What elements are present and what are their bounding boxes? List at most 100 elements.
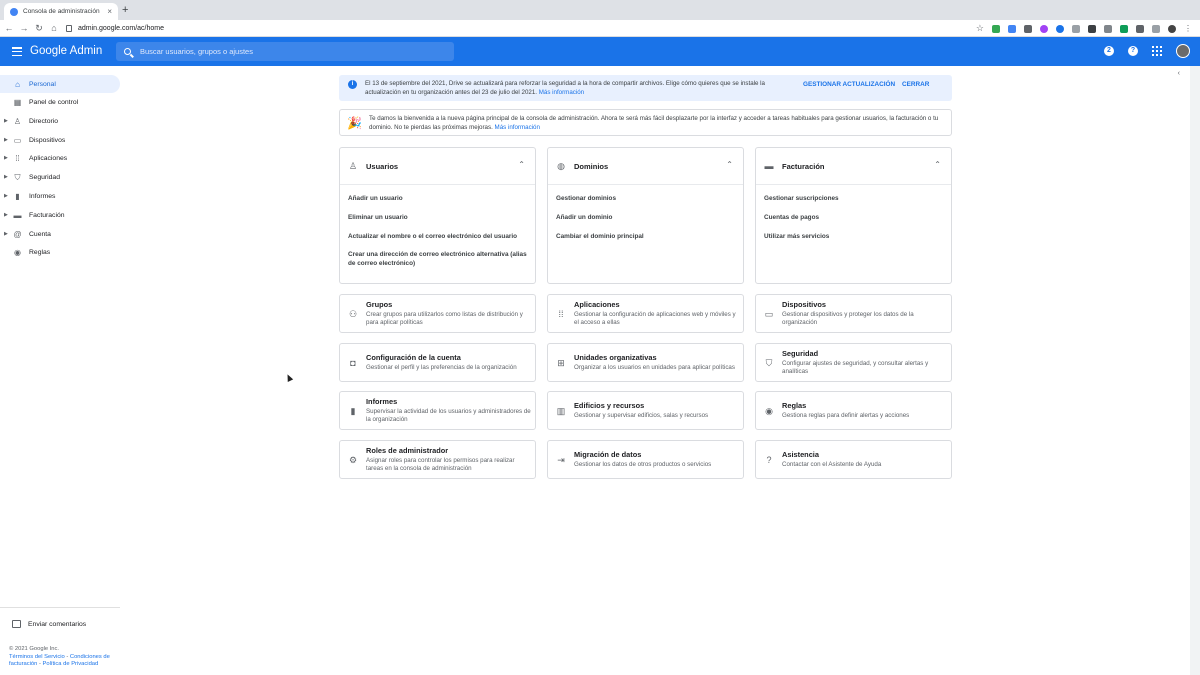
tile-org-units[interactable]: ⊞ Unidades organizativas Organizar a los … bbox=[547, 343, 744, 382]
bar-chart-icon: ▮ bbox=[350, 406, 356, 416]
close-tab-icon[interactable]: × bbox=[107, 7, 112, 16]
more-services-link[interactable]: Utilizar más servicios bbox=[764, 232, 944, 241]
person-icon: ♙ bbox=[13, 116, 22, 126]
extension-icon[interactable] bbox=[1120, 24, 1128, 33]
manage-subscriptions-link[interactable]: Gestionar suscripciones bbox=[764, 194, 944, 203]
extension-icon[interactable] bbox=[992, 24, 1000, 33]
omnibox[interactable]: admin.google.com/ac/home bbox=[66, 22, 966, 35]
payment-accounts-link[interactable]: Cuentas de pagos bbox=[764, 213, 944, 222]
tile-data-migration[interactable]: ⇥ Migración de datos Gestionar los datos … bbox=[547, 440, 744, 479]
extension-icon[interactable] bbox=[1056, 24, 1064, 33]
tile-rules[interactable]: ◉ Reglas Gestiona reglas para definir ale… bbox=[755, 391, 952, 430]
send-feedback-button[interactable]: Enviar comentarios bbox=[12, 620, 86, 628]
delete-user-link[interactable]: Eliminar un usuario bbox=[348, 213, 528, 222]
expand-caret-icon[interactable]: ▶ bbox=[4, 118, 8, 124]
sidebar-item-account[interactable]: ▶ @ Cuenta bbox=[0, 225, 120, 243]
avatar[interactable] bbox=[1176, 44, 1190, 58]
extension-icon[interactable] bbox=[1104, 24, 1112, 33]
tile-security[interactable]: ⛉ Seguridad Configurar ajustes de segurid… bbox=[755, 343, 952, 382]
card-title: Usuarios bbox=[366, 162, 399, 171]
extension-icon[interactable] bbox=[1008, 24, 1016, 33]
expand-caret-icon[interactable]: ▶ bbox=[4, 174, 8, 180]
extension-icon[interactable] bbox=[1072, 24, 1080, 33]
terms-link[interactable]: Términos del Servicio bbox=[9, 654, 65, 660]
browser-menu-icon[interactable]: ⋮ bbox=[1184, 24, 1192, 33]
search-input[interactable]: Buscar usuarios, grupos o ajustes bbox=[116, 42, 454, 61]
sidebar-item-label: Reglas bbox=[29, 248, 51, 256]
change-primary-domain-link[interactable]: Cambiar el dominio principal bbox=[556, 232, 736, 241]
tile-description: Gestionar la configuración de aplicacion… bbox=[574, 310, 736, 327]
tile-devices[interactable]: ▭ Dispositivos Gestionar dispositivos y p… bbox=[755, 294, 952, 333]
extension-icon[interactable] bbox=[1088, 24, 1096, 33]
tile-support[interactable]: ? Asistencia Contactar con el Asistente d… bbox=[755, 440, 952, 479]
browser-tab[interactable]: Consola de administración × bbox=[4, 3, 118, 20]
welcome-more-info-link[interactable]: Más información bbox=[495, 124, 540, 131]
manage-domains-link[interactable]: Gestionar dominios bbox=[556, 194, 736, 203]
sidebar-item-personal[interactable]: ⌂ Personal bbox=[0, 75, 120, 93]
tile-account-settings[interactable]: ◘ Configuración de la cuenta Gestionar el… bbox=[339, 343, 536, 382]
close-banner-button[interactable]: CERRAR bbox=[902, 81, 929, 88]
sidebar-item-dashboard[interactable]: ▦ Panel de control bbox=[0, 93, 120, 111]
tile-admin-roles[interactable]: ⚙ Roles de administrador Asignar roles pa… bbox=[339, 440, 536, 479]
card-users-header[interactable]: ♙ Usuarios ⌃ bbox=[340, 148, 535, 185]
banner-more-info-link[interactable]: Más información bbox=[539, 89, 584, 96]
expand-caret-icon[interactable]: ▶ bbox=[4, 155, 8, 161]
bookmark-star-icon[interactable]: ☆ bbox=[976, 23, 984, 34]
shield-icon: ⛉ bbox=[765, 358, 773, 368]
person-icon: ♙ bbox=[348, 161, 358, 171]
tile-description: Configurar ajustes de seguridad, y consu… bbox=[782, 359, 929, 376]
add-domain-link[interactable]: Añadir un dominio bbox=[556, 213, 736, 222]
back-icon[interactable]: ← bbox=[3, 23, 15, 33]
tile-buildings[interactable]: ▥ Edificios y recursos Gestionar y superv… bbox=[547, 391, 744, 430]
sidebar-item-security[interactable]: ▶ ⛉ Seguridad bbox=[0, 168, 120, 186]
collapse-panel-icon[interactable]: ‹ bbox=[1178, 70, 1180, 77]
chevron-up-icon[interactable]: ⌃ bbox=[726, 160, 733, 169]
org-units-icon: ⊞ bbox=[557, 358, 565, 368]
expand-caret-icon[interactable]: ▶ bbox=[4, 212, 8, 218]
sidebar-item-reports[interactable]: ▶ ▮ Informes bbox=[0, 187, 120, 205]
help-icon[interactable]: ? bbox=[1128, 46, 1138, 56]
tile-description: Supervisar la actividad de los usuarios … bbox=[366, 407, 531, 424]
apps-launcher-icon[interactable] bbox=[1152, 46, 1162, 56]
sidebar-item-billing[interactable]: ▶ ▬ Facturación bbox=[0, 206, 120, 224]
new-tab-icon[interactable]: + bbox=[122, 4, 128, 16]
footer-copyright: © 2021 Google Inc. bbox=[9, 646, 60, 652]
tile-reports[interactable]: ▮ Informes Supervisar la actividad de los… bbox=[339, 391, 536, 430]
expand-caret-icon[interactable]: ▶ bbox=[4, 137, 8, 143]
tile-apps[interactable]: ⁞⁞ Aplicaciones Gestionar la configuració… bbox=[547, 294, 744, 333]
briefcase-icon: ◘ bbox=[350, 358, 356, 368]
update-user-name-link[interactable]: Actualizar el nombre o el correo electró… bbox=[348, 232, 528, 241]
card-domains-header[interactable]: ◍ Dominios ⌃ bbox=[548, 148, 743, 185]
sidebar-item-apps[interactable]: ▶ ⁞⁞ Aplicaciones bbox=[0, 149, 120, 167]
main-menu-icon[interactable] bbox=[12, 47, 22, 56]
profile-icon[interactable] bbox=[1168, 24, 1176, 33]
manage-update-button[interactable]: GESTIONAR ACTUALIZACIÓN bbox=[803, 81, 895, 88]
help-icon: ? bbox=[766, 455, 772, 465]
tile-groups[interactable]: ⚇ Grupos Crear grupos para utilizarlos co… bbox=[339, 294, 536, 333]
extension-icon[interactable] bbox=[1152, 24, 1160, 33]
devices-icon: ▭ bbox=[764, 309, 774, 319]
forward-icon[interactable]: → bbox=[18, 23, 30, 33]
card-billing-header[interactable]: ▬ Facturación ⌃ bbox=[756, 148, 951, 185]
create-alias-link[interactable]: Crear una dirección de correo electrónic… bbox=[348, 250, 528, 268]
expand-caret-icon[interactable]: ▶ bbox=[4, 231, 8, 237]
admin-favicon-icon bbox=[10, 7, 18, 16]
chevron-up-icon[interactable]: ⌃ bbox=[934, 160, 941, 169]
sidebar-item-devices[interactable]: ▶ ▭ Dispositivos bbox=[0, 131, 120, 149]
welcome-text: Te damos la bienvenida a la nueva página… bbox=[369, 114, 939, 132]
reload-icon[interactable]: ↻ bbox=[33, 23, 45, 34]
home-icon[interactable]: ⌂ bbox=[48, 23, 60, 33]
privacy-link[interactable]: Política de Privacidad bbox=[43, 661, 99, 667]
chevron-up-icon[interactable]: ⌃ bbox=[518, 160, 525, 169]
expand-caret-icon[interactable]: ▶ bbox=[4, 193, 8, 199]
sidebar-item-directory[interactable]: ▶ ♙ Directorio bbox=[0, 112, 120, 130]
home-icon: ⌂ bbox=[15, 79, 20, 89]
add-user-link[interactable]: Añadir un usuario bbox=[348, 194, 528, 203]
sidebar-item-rules[interactable]: ◉ Reglas bbox=[0, 243, 120, 261]
extensions-puzzle-icon[interactable] bbox=[1136, 24, 1144, 33]
extension-icon[interactable] bbox=[1040, 24, 1048, 33]
google-admin-logo[interactable]: Google Admin bbox=[30, 45, 102, 57]
extension-icon[interactable] bbox=[1024, 24, 1032, 33]
scrollbar[interactable] bbox=[1190, 66, 1200, 675]
notifications-icon[interactable]: 2 bbox=[1104, 46, 1114, 56]
